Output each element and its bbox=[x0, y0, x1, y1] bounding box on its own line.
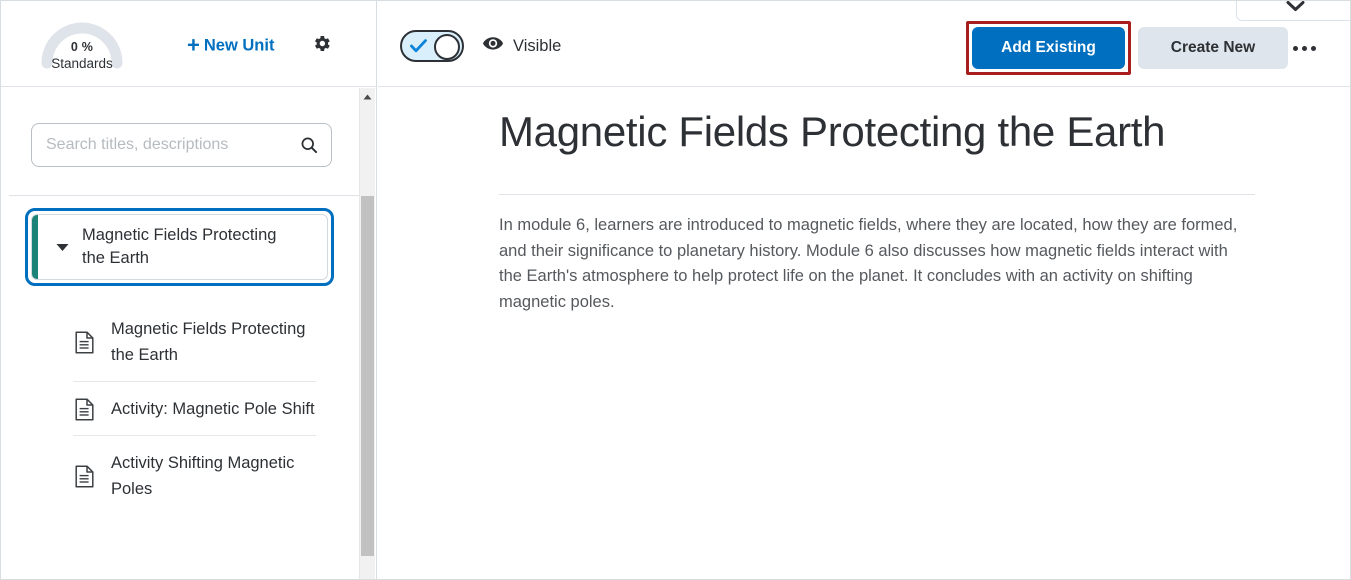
tree-item-child[interactable]: Activity: Magnetic Pole Shift bbox=[73, 381, 316, 435]
ellipsis-icon bbox=[1301, 45, 1307, 51]
toggle-knob bbox=[434, 34, 460, 60]
search-input[interactable] bbox=[46, 136, 299, 154]
unit-accent-bar bbox=[32, 215, 38, 279]
settings-button[interactable] bbox=[306, 31, 336, 61]
tree-item-child[interactable]: Activity Shifting Magnetic Poles bbox=[73, 435, 316, 515]
standards-gauge: 0 % Standards bbox=[37, 9, 127, 71]
ellipsis-icon bbox=[1292, 45, 1298, 51]
search-box[interactable] bbox=[31, 123, 332, 167]
tree-item-child-label: Activity Shifting Magnetic Poles bbox=[111, 454, 295, 498]
more-options-button[interactable] bbox=[1287, 33, 1321, 63]
unit-children: Magnetic Fields Protecting the Earth Act… bbox=[1, 302, 356, 515]
gear-icon bbox=[311, 33, 332, 59]
document-icon bbox=[73, 330, 95, 354]
scroll-up-button[interactable] bbox=[360, 88, 375, 104]
content-divider bbox=[499, 194, 1255, 195]
sidebar-header: 0 % Standards + New Unit bbox=[1, 1, 376, 87]
standards-percent: 0 % bbox=[70, 40, 94, 54]
caret-down-icon[interactable] bbox=[55, 243, 69, 252]
visibility-toggle[interactable] bbox=[400, 30, 464, 62]
scrollbar-thumb[interactable] bbox=[361, 196, 374, 556]
unit-description: In module 6, learners are introduced to … bbox=[499, 216, 1238, 311]
plus-icon: + bbox=[187, 32, 200, 58]
unit-title: Magnetic Fields Protecting the Earth bbox=[82, 226, 277, 267]
visibility-label: Visible bbox=[513, 36, 562, 55]
caret-up-icon bbox=[363, 87, 372, 105]
tree-item-unit-selected[interactable]: Magnetic Fields Protecting the Earth bbox=[25, 208, 334, 286]
sidebar-divider bbox=[9, 195, 368, 196]
main-toolbar: Visible Add Existing Create New bbox=[378, 1, 1350, 87]
unit-inner: Magnetic Fields Protecting the Earth bbox=[31, 214, 328, 280]
document-icon bbox=[73, 464, 95, 488]
main-content: Magnetic Fields Protecting the Earth In … bbox=[378, 88, 1350, 579]
sidebar-scrollbar[interactable] bbox=[359, 88, 375, 579]
main-panel: Visible Add Existing Create New Magnetic… bbox=[378, 1, 1350, 579]
new-unit-label: New Unit bbox=[203, 36, 275, 55]
check-icon bbox=[410, 39, 427, 53]
top-dropdown[interactable] bbox=[1236, 1, 1350, 21]
document-icon bbox=[73, 397, 95, 421]
ellipsis-icon bbox=[1310, 45, 1316, 51]
unit-tree: Magnetic Fields Protecting the Earth Mag… bbox=[1, 201, 356, 515]
tree-item-child-label: Magnetic Fields Protecting the Earth bbox=[111, 320, 306, 364]
course-builder-app: 0 % Standards + New Unit Search titles, … bbox=[0, 0, 1351, 580]
sidebar: 0 % Standards + New Unit Search titles, … bbox=[1, 1, 377, 579]
tree-item-child-label: Activity: Magnetic Pole Shift bbox=[111, 400, 315, 418]
eye-icon bbox=[482, 36, 504, 56]
add-existing-button[interactable]: Add Existing bbox=[972, 27, 1125, 69]
visibility-status: Visible bbox=[482, 36, 561, 56]
tree-item-child[interactable]: Magnetic Fields Protecting the Earth bbox=[73, 302, 316, 381]
page-title: Magnetic Fields Protecting the Earth bbox=[499, 108, 1166, 155]
create-new-button[interactable]: Create New bbox=[1138, 27, 1288, 69]
standards-label: Standards bbox=[51, 56, 113, 71]
chevron-down-icon bbox=[1286, 1, 1305, 17]
new-unit-button[interactable]: + New Unit bbox=[187, 32, 275, 58]
search-icon[interactable] bbox=[299, 135, 319, 155]
